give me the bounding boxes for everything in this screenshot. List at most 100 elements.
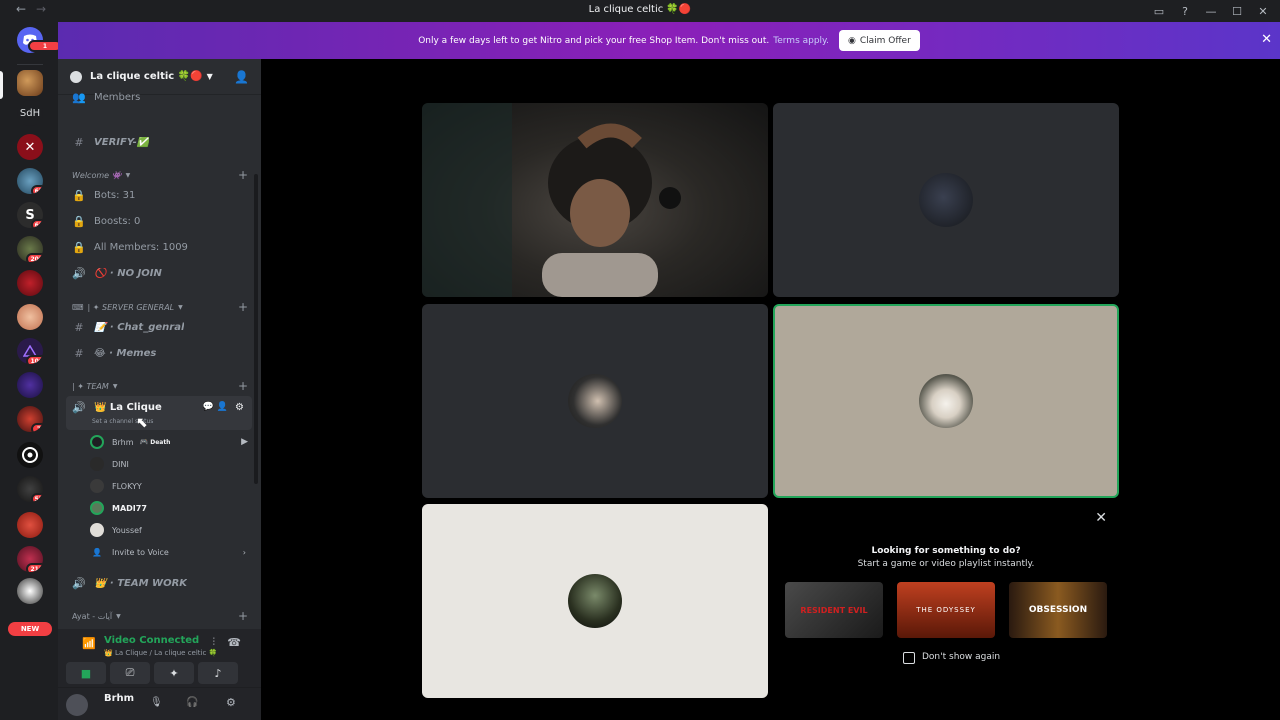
voice-connection-panel: 📶 Video Connected 👑 La Clique / La cliqu… xyxy=(58,629,261,687)
server-item[interactable] xyxy=(17,372,43,398)
voice-user-dini[interactable]: DINI xyxy=(90,454,250,474)
dont-show-checkbox[interactable] xyxy=(903,652,915,664)
channel-verify[interactable]: # VERIFY-✅ xyxy=(72,132,248,152)
video-tile-camera[interactable] xyxy=(422,103,768,297)
nitro-banner: Only a few days left to get Nitro and pi… xyxy=(58,22,1280,59)
server-la-clique[interactable] xyxy=(17,70,43,96)
video-tile-participant[interactable] xyxy=(422,504,768,698)
minimize-button[interactable]: — xyxy=(1200,2,1222,20)
video-tile-speaking[interactable] xyxy=(773,304,1119,498)
banner-close-icon[interactable]: ✕ xyxy=(1261,32,1272,47)
claim-offer-button[interactable]: ◉ Claim Offer xyxy=(838,30,920,51)
activity-promo: ✕ Looking for something to do? Start a g… xyxy=(773,504,1119,698)
back-arrow-icon[interactable]: ← xyxy=(16,2,26,16)
invite-to-voice[interactable]: 👤 Invite to Voice › xyxy=(90,542,250,562)
headphones-icon[interactable]: 🎧 xyxy=(186,697,198,708)
game-card-odyssey[interactable]: THE ODYSSEY xyxy=(897,582,995,638)
server-badge-icon xyxy=(70,70,82,83)
members-icon: 👥 xyxy=(72,90,86,104)
invite-icon[interactable]: 👤 xyxy=(217,402,228,412)
inbox-icon[interactable]: ▭ xyxy=(1148,2,1170,20)
lock-icon: 🔒 xyxy=(72,188,86,202)
avatar xyxy=(90,457,104,471)
gear-icon[interactable]: ⚙ xyxy=(235,402,244,413)
category-ayat[interactable]: Ayat - آيات ▼ + xyxy=(72,609,248,623)
channel-members[interactable]: 👥 Members xyxy=(72,87,248,107)
video-tile-participant[interactable] xyxy=(422,304,768,498)
screen-share-button[interactable]: ⎚ xyxy=(110,662,150,684)
server-item[interactable] xyxy=(17,578,43,604)
server-item[interactable]: 7 xyxy=(17,406,43,432)
forward-arrow-icon[interactable]: → xyxy=(36,2,46,16)
category-server-general[interactable]: ⌨ | ✦ SERVER GENERAL ▼ + xyxy=(72,300,248,314)
server-ring[interactable] xyxy=(17,442,43,468)
server-triangle[interactable]: 100 xyxy=(17,338,43,364)
voice-channel-la-clique[interactable]: 🔊 👑 La Clique 💬 👤 ⚙ xyxy=(72,397,248,417)
create-channel-icon[interactable]: + xyxy=(238,168,248,182)
voice-user-flokyy[interactable]: FLOKYY xyxy=(90,476,250,496)
channel-bots[interactable]: 🔒 Bots: 31 xyxy=(72,185,248,205)
lock-icon: 🔒 xyxy=(72,214,86,228)
close-window-button[interactable]: ✕ xyxy=(1252,2,1274,20)
game-card-resident-evil[interactable]: RESIDENT EVIL xyxy=(785,582,883,638)
voice-user-madi77[interactable]: MADI77 xyxy=(90,498,250,518)
game-card-obsession[interactable]: OBSESSION xyxy=(1009,582,1107,638)
webcam-person-image xyxy=(422,103,681,297)
noise-suppression-icon[interactable]: ⫶ xyxy=(213,637,216,648)
discord-app: ← → La clique celtic 🍀🔴 ▭ ? — ☐ ✕ 1 SdH … xyxy=(0,0,1280,720)
server-item[interactable] xyxy=(17,304,43,330)
help-icon[interactable]: ? xyxy=(1174,2,1196,20)
camera-button[interactable]: ■ xyxy=(66,662,106,684)
unread-badge: 67 xyxy=(30,185,43,194)
gear-icon[interactable]: ⚙ xyxy=(226,696,236,709)
disconnect-icon[interactable]: ☎ xyxy=(227,636,241,649)
signal-icon: 📶 xyxy=(82,637,96,650)
server-red-x[interactable]: ✕ xyxy=(17,134,43,160)
create-channel-icon[interactable]: + xyxy=(238,300,248,314)
create-channel-icon[interactable]: + xyxy=(238,379,248,393)
title-bar: ← → La clique celtic 🍀🔴 ▭ ? — ☐ ✕ xyxy=(0,0,1280,22)
add-member-icon[interactable]: 👤 xyxy=(234,70,249,84)
server-item[interactable]: 67 xyxy=(17,168,43,194)
maximize-button[interactable]: ☐ xyxy=(1226,2,1248,20)
server-item[interactable] xyxy=(17,270,43,296)
channel-chat-general[interactable]: # 📝 · Chat_genral xyxy=(72,317,248,337)
voice-user-brhm[interactable]: Brhm 🎮 Death ▶ xyxy=(90,432,250,452)
microphone-icon[interactable]: 🎙 xyxy=(150,697,163,708)
close-icon[interactable]: ✕ xyxy=(1095,510,1107,526)
activities-button[interactable]: ✦ xyxy=(154,662,194,684)
dont-show-label: Don't show again xyxy=(922,652,1001,662)
server-item[interactable]: 205 xyxy=(17,236,43,262)
channel-scrollbar[interactable] xyxy=(254,174,258,484)
server-item[interactable]: 213 xyxy=(17,546,43,572)
create-channel-icon[interactable]: + xyxy=(238,609,248,623)
voice-user-youssef[interactable]: Youssef xyxy=(90,520,250,540)
channel-boosts[interactable]: 🔒 Boosts: 0 xyxy=(72,211,248,231)
chevron-down-icon: ▼ xyxy=(206,72,213,81)
voice-channel-team-work[interactable]: 🔊 👑 · TEAM WORK xyxy=(72,573,248,593)
server-item[interactable] xyxy=(17,512,43,538)
category-team[interactable]: | ✦ TEAM ▼ + xyxy=(72,379,248,393)
voice-status: Video Connected xyxy=(104,635,200,646)
username[interactable]: Brhm xyxy=(104,693,134,704)
mouse-cursor-icon: ⬉ xyxy=(136,415,148,431)
unread-badge: 100 xyxy=(26,355,43,364)
avatar[interactable] xyxy=(66,694,88,716)
avatar xyxy=(90,523,104,537)
server-sdh[interactable]: SdH xyxy=(17,100,43,126)
voice-channel-path[interactable]: 👑 La Clique / La clique celtic 🍀 xyxy=(104,649,217,657)
new-badge: NEW xyxy=(8,622,52,636)
activity-icon: 🎮 xyxy=(139,438,149,446)
channel-no-join[interactable]: 🔊 🚫 · NO JOIN xyxy=(72,263,248,283)
category-welcome[interactable]: Welcome 👾 ▼ + xyxy=(72,168,248,182)
terms-link[interactable]: Terms apply. xyxy=(773,36,829,46)
chat-icon[interactable]: 💬 xyxy=(203,402,214,412)
video-tile-participant[interactable] xyxy=(773,103,1119,297)
server-item[interactable]: 57 xyxy=(17,476,43,502)
server-list: 1 SdH ✕ 67 S 65 205 100 7 57 213 NEW xyxy=(0,22,62,720)
soundboard-button[interactable]: ♪ xyxy=(198,662,238,684)
channel-memes[interactable]: # 😂 · Memes xyxy=(72,343,248,363)
channel-all-members[interactable]: 🔒 All Members: 1009 xyxy=(72,237,248,257)
hash-icon: # xyxy=(74,346,84,360)
server-s[interactable]: S 65 xyxy=(17,202,43,228)
